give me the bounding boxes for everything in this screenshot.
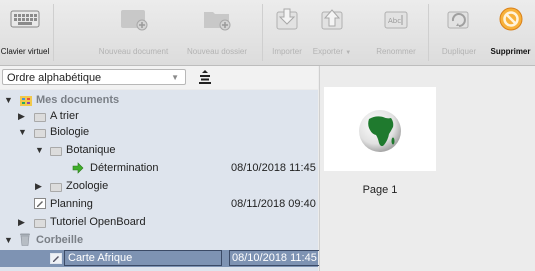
tree-item-biologie[interactable]: ▼ Biologie <box>0 124 318 140</box>
chevron-down-icon: ▼ <box>345 50 352 56</box>
tree-item-label: Mes documents <box>36 94 120 106</box>
tree-item-determination[interactable]: Détermination 08/10/2018 11:45 <box>0 160 318 176</box>
toolbar: Clavier virtuel Nouveau document Nouveau… <box>0 0 535 66</box>
africa-globe-icon <box>359 110 401 152</box>
folder-icon <box>34 217 46 233</box>
tree-item-label: A trier <box>50 110 79 122</box>
toolbar-separator <box>53 4 54 61</box>
tree-item-planning[interactable]: Planning 08/11/2018 09:40 <box>0 196 318 212</box>
rename-button[interactable]: Abc Renommer <box>367 0 425 65</box>
new-document-icon <box>118 6 150 35</box>
document-icon <box>34 198 46 214</box>
expand-triangle-icon[interactable]: ▼ <box>4 232 14 248</box>
chevron-down-icon: ▼ <box>171 73 179 82</box>
expand-triangle-icon[interactable]: ▼ <box>35 142 45 158</box>
delete-icon <box>498 6 524 35</box>
sort-order-value: Ordre alphabétique <box>7 72 102 84</box>
new-document-button[interactable]: Nouveau document <box>90 0 177 65</box>
trash-icon <box>20 233 30 251</box>
export-icon <box>319 6 345 35</box>
duplicate-label: Dupliquer <box>441 47 477 56</box>
collapse-triangle-icon[interactable]: ▶ <box>18 214 28 230</box>
tree-item-label: Détermination <box>90 162 159 174</box>
page-label: Page 1 <box>362 184 398 196</box>
rename-label: Renommer <box>376 47 416 56</box>
virtual-keyboard-button[interactable]: Clavier virtuel <box>0 0 50 65</box>
import-label: Importer <box>272 47 302 56</box>
rename-icon: Abc <box>382 6 410 35</box>
svg-text:Abc: Abc <box>388 17 401 25</box>
tree-item-a-trier[interactable]: ▶ A trier <box>0 108 318 124</box>
tree-item-tutoriel-openboard[interactable]: ▶ Tutoriel OpenBoard <box>0 214 318 230</box>
import-button[interactable]: Importer <box>266 0 308 65</box>
tree-item-date: 08/11/2018 09:40 <box>231 198 316 210</box>
new-folder-icon <box>201 6 233 35</box>
tree-item-carte-afrique[interactable]: Carte Afrique 08/10/2018 11:45 <box>0 250 320 269</box>
tree-item-label: Planning <box>50 198 93 210</box>
tree-item-label: Biologie <box>50 126 90 138</box>
expand-triangle-icon[interactable]: ▼ <box>4 92 14 108</box>
tree-item-zoologie[interactable]: ▶ Zoologie <box>0 178 318 194</box>
tree-item-label-editor[interactable]: Carte Afrique <box>64 250 222 266</box>
tree-item-date: 08/10/2018 11:45 <box>231 162 316 174</box>
tree-item-label: Zoologie <box>66 180 109 192</box>
new-folder-button[interactable]: Nouveau dossier <box>174 0 260 65</box>
keyboard-icon <box>10 6 40 33</box>
collapse-triangle-icon[interactable]: ▶ <box>18 108 28 124</box>
tree-item-corbeille[interactable]: ▼ Corbeille <box>0 232 318 248</box>
duplicate-icon <box>445 6 473 35</box>
export-label: Exporter ▼ <box>312 47 352 56</box>
page-thumbnail[interactable] <box>324 87 436 171</box>
duplicate-button[interactable]: Dupliquer <box>434 0 484 65</box>
delete-label: Supprimer <box>490 47 531 56</box>
sort-direction-button[interactable] <box>198 69 212 85</box>
tree-item-label: Tutoriel OpenBoard <box>50 216 146 228</box>
delete-button[interactable]: Supprimer <box>486 0 535 65</box>
expand-triangle-icon[interactable]: ▼ <box>18 124 28 140</box>
preview-pane: Page 1 <box>319 66 535 271</box>
folder-icon <box>34 127 46 143</box>
sort-descending-icon <box>199 70 211 84</box>
tree-item-botanique[interactable]: ▼ Botanique <box>0 142 318 158</box>
new-folder-label: Nouveau dossier <box>186 47 248 56</box>
toolbar-separator <box>262 4 263 61</box>
new-document-label: Nouveau document <box>98 47 169 56</box>
collapse-triangle-icon[interactable]: ▶ <box>35 178 45 194</box>
virtual-keyboard-label: Clavier virtuel <box>0 47 50 56</box>
tree-item-label: Corbeille <box>36 234 84 246</box>
toolbar-separator <box>428 4 429 61</box>
document-icon <box>50 253 62 269</box>
sort-order-select[interactable]: Ordre alphabétique ▼ <box>2 69 186 85</box>
sort-bar: Ordre alphabétique ▼ <box>0 66 318 89</box>
folder-icon <box>50 145 62 161</box>
tree-item-label: Botanique <box>66 144 116 156</box>
export-button[interactable]: Exporter ▼ <box>306 0 358 65</box>
import-icon <box>274 6 300 35</box>
document-tree[interactable]: ▼ Mes documents ▶ A trier ▼ Biologie ▼ B… <box>0 90 320 271</box>
tree-item-mes-documents[interactable]: ▼ Mes documents <box>0 92 318 108</box>
folder-icon <box>50 181 62 197</box>
green-arrow-icon <box>72 162 84 179</box>
tree-item-date: 08/10/2018 11:45 <box>229 250 320 266</box>
